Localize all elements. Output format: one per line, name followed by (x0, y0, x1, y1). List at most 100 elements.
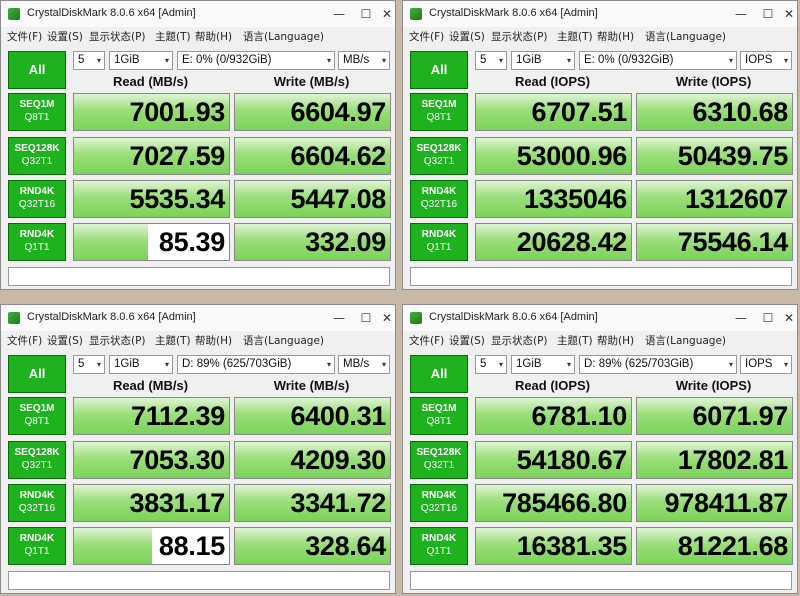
write-result-value: 81221.68 (677, 531, 789, 561)
test-label-button[interactable]: RND4K Q1T1 (8, 223, 66, 261)
test-count-select[interactable]: 5 ▾ (73, 51, 105, 70)
menu-item[interactable]: 显示状态(P) (89, 333, 146, 348)
menu-item[interactable]: 显示状态(P) (491, 29, 548, 44)
test-label-button[interactable]: SEQ128K Q32T1 (8, 441, 66, 479)
write-result-cell: 5447.08 (234, 180, 391, 218)
menu-item[interactable]: 主题(T) (155, 29, 191, 44)
menu-item[interactable]: 设置(S) (449, 333, 485, 348)
menu-item[interactable]: 语言(Language) (243, 29, 324, 44)
all-button[interactable]: All (8, 51, 66, 89)
write-result-value: 6604.62 (290, 141, 387, 171)
test-label-button[interactable]: RND4K Q32T16 (410, 180, 468, 218)
menu-item[interactable]: 文件(F) (7, 333, 42, 348)
chevron-down-icon: ▾ (566, 360, 571, 369)
menu-item[interactable]: 显示状态(P) (89, 29, 146, 44)
write-result-cell: 332.09 (234, 223, 391, 261)
read-header: Read (IOPS) (514, 378, 591, 393)
chevron-down-icon: ▾ (498, 360, 503, 369)
drive-select[interactable]: E: 0% (0/932GiB) ▾ (177, 51, 335, 70)
test-label-button[interactable]: SEQ1M Q8T1 (8, 93, 66, 131)
drive-select[interactable]: D: 89% (625/703GiB) ▾ (579, 355, 737, 374)
test-label-button[interactable]: SEQ1M Q8T1 (8, 397, 66, 435)
write-result-value: 328.64 (305, 531, 386, 561)
unit-value: MB/s (343, 54, 370, 66)
read-result-value: 88.15 (158, 531, 225, 561)
test-count-value: 5 (480, 358, 487, 370)
menu-item[interactable]: 帮助(H) (195, 29, 232, 44)
menu-item[interactable]: 主题(T) (557, 333, 593, 348)
unit-value: IOPS (745, 54, 773, 66)
test-size-select[interactable]: 1GiB ▾ (109, 51, 173, 70)
unit-select[interactable]: IOPS ▾ (740, 355, 792, 374)
unit-select[interactable]: MB/s ▾ (338, 355, 390, 374)
test-size-select[interactable]: 1GiB ▾ (511, 51, 575, 70)
menu-item[interactable]: 语言(Language) (243, 333, 324, 348)
test-label-button[interactable]: SEQ128K Q32T1 (8, 137, 66, 175)
write-result-cell: 4209.30 (234, 441, 391, 479)
test-label-button[interactable]: RND4K Q32T16 (8, 180, 66, 218)
close-icon[interactable]: ✕ (769, 3, 797, 25)
menu-item[interactable]: 文件(F) (7, 29, 42, 44)
test-size-select[interactable]: 1GiB ▾ (511, 355, 575, 374)
drive-select[interactable]: D: 89% (625/703GiB) ▾ (177, 355, 335, 374)
comment-field[interactable] (8, 571, 390, 590)
menu-item[interactable]: 语言(Language) (645, 333, 726, 348)
read-result-value: 20628.42 (516, 227, 628, 257)
test-label-button[interactable]: SEQ1M Q8T1 (410, 397, 468, 435)
menu-bar: 文件(F) 设置(S) 显示状态(P) 主题(T) 帮助(H) 语言(Language) (403, 27, 797, 45)
chevron-down-icon: ▾ (498, 56, 503, 65)
read-result-cell: 7112.39 (73, 397, 230, 435)
all-button[interactable]: All (8, 355, 66, 393)
menu-bar: 文件(F) 设置(S) 显示状态(P) 主题(T) 帮助(H) 语言(Language) (1, 27, 395, 45)
test-size-select[interactable]: 1GiB ▾ (109, 355, 173, 374)
chevron-down-icon: ▾ (728, 56, 733, 65)
menu-item[interactable]: 设置(S) (449, 29, 485, 44)
all-button[interactable]: All (410, 355, 468, 393)
write-result-cell: 17802.81 (636, 441, 793, 479)
menu-item[interactable]: 帮助(H) (195, 333, 232, 348)
write-result-value: 50439.75 (677, 141, 789, 171)
chevron-down-icon: ▾ (96, 360, 101, 369)
chevron-down-icon: ▾ (381, 56, 386, 65)
close-icon[interactable]: ✕ (367, 307, 395, 329)
read-result-cell: 1335046 (475, 180, 632, 218)
test-label-button[interactable]: RND4K Q32T16 (8, 484, 66, 522)
test-count-select[interactable]: 5 ▾ (73, 355, 105, 374)
test-label-button[interactable]: SEQ128K Q32T1 (410, 137, 468, 175)
menu-item[interactable]: 帮助(H) (597, 333, 634, 348)
test-label-button[interactable]: RND4K Q1T1 (410, 527, 468, 565)
unit-select[interactable]: MB/s ▾ (338, 51, 390, 70)
chevron-down-icon: ▾ (326, 360, 331, 369)
test-label-button[interactable]: RND4K Q32T16 (410, 484, 468, 522)
all-button[interactable]: All (410, 51, 468, 89)
test-queue-thread: Q8T1 (426, 416, 452, 427)
comment-field[interactable] (410, 571, 792, 590)
read-result-value: 54180.67 (516, 445, 628, 475)
drive-select[interactable]: E: 0% (0/932GiB) ▾ (579, 51, 737, 70)
menu-item[interactable]: 主题(T) (557, 29, 593, 44)
comment-field[interactable] (8, 267, 390, 286)
test-label-button[interactable]: RND4K Q1T1 (8, 527, 66, 565)
test-label-button[interactable]: RND4K Q1T1 (410, 223, 468, 261)
menu-item[interactable]: 文件(F) (409, 29, 444, 44)
menu-item[interactable]: 设置(S) (47, 29, 83, 44)
menu-item[interactable]: 帮助(H) (597, 29, 634, 44)
test-name: RND4K (421, 229, 457, 240)
test-count-select[interactable]: 5 ▾ (475, 355, 507, 374)
menu-item[interactable]: 语言(Language) (645, 29, 726, 44)
menu-item[interactable]: 文件(F) (409, 333, 444, 348)
test-name: RND4K (421, 533, 457, 544)
close-icon[interactable]: ✕ (367, 3, 395, 25)
test-queue-thread: Q32T1 (423, 460, 455, 471)
test-count-select[interactable]: 5 ▾ (475, 51, 507, 70)
close-icon[interactable]: ✕ (769, 307, 797, 329)
drive-value: D: 89% (625/703GiB) (584, 358, 694, 370)
menu-item[interactable]: 显示状态(P) (491, 333, 548, 348)
test-label-button[interactable]: SEQ128K Q32T1 (410, 441, 468, 479)
menu-item[interactable]: 设置(S) (47, 333, 83, 348)
comment-field[interactable] (410, 267, 792, 286)
test-queue-thread: Q32T16 (18, 199, 56, 210)
menu-item[interactable]: 主题(T) (155, 333, 191, 348)
test-label-button[interactable]: SEQ1M Q8T1 (410, 93, 468, 131)
unit-select[interactable]: IOPS ▾ (740, 51, 792, 70)
